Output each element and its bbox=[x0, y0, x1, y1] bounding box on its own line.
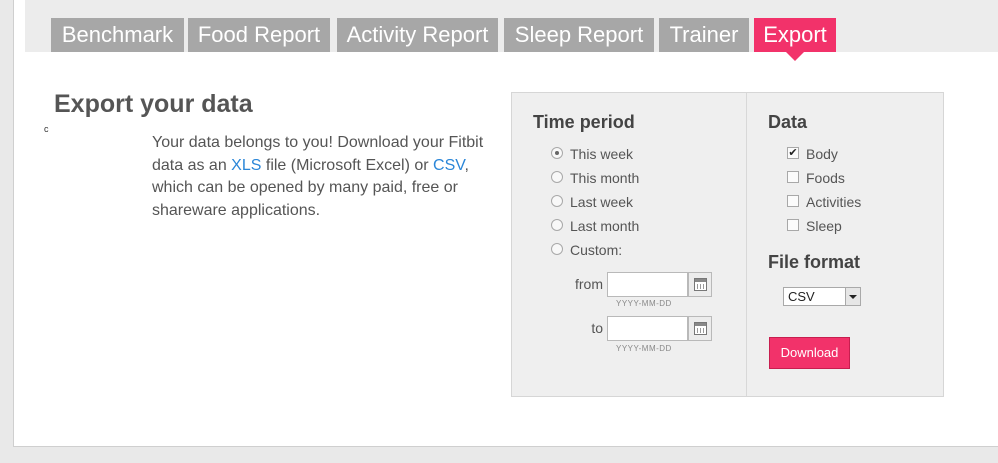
checkbox-foods[interactable] bbox=[787, 171, 799, 183]
from-label: from bbox=[575, 276, 603, 292]
to-label: to bbox=[591, 320, 603, 336]
intro-text-part: file (Microsoft Excel) or bbox=[261, 156, 434, 174]
download-button[interactable]: Download bbox=[769, 337, 850, 369]
selected-format: CSV bbox=[788, 289, 815, 304]
radio-this-week[interactable] bbox=[551, 147, 563, 159]
active-tab-caret bbox=[786, 52, 804, 61]
csv-link[interactable]: CSV bbox=[433, 157, 464, 174]
from-date-input[interactable] bbox=[607, 272, 688, 297]
data-heading: Data bbox=[768, 112, 808, 132]
radio-this-month[interactable] bbox=[551, 171, 563, 183]
option-label: Body bbox=[806, 146, 838, 162]
option-label: Foods bbox=[806, 170, 845, 186]
tab-food-report[interactable]: Food Report bbox=[188, 18, 330, 52]
chevron-down-icon bbox=[845, 288, 860, 305]
checkbox-sleep[interactable] bbox=[787, 219, 799, 231]
to-date-hint: YYYY-MM-DD bbox=[616, 344, 672, 353]
option-label: Last month bbox=[570, 218, 640, 234]
tab-benchmark[interactable]: Benchmark bbox=[51, 18, 184, 52]
tab-sleep-report[interactable]: Sleep Report bbox=[504, 18, 654, 52]
option-label: Custom: bbox=[570, 242, 623, 258]
radio-last-month[interactable] bbox=[551, 219, 563, 231]
option-label: This week bbox=[570, 146, 634, 162]
checkbox-body[interactable]: ✔ bbox=[787, 147, 799, 159]
time-period-heading: Time period bbox=[533, 112, 635, 132]
calendar-icon bbox=[694, 322, 707, 335]
radio-last-week[interactable] bbox=[551, 195, 563, 207]
tab-trainer[interactable]: Trainer bbox=[659, 18, 749, 52]
radio-custom[interactable] bbox=[551, 243, 563, 255]
column-divider bbox=[746, 93, 747, 396]
option-label: This month bbox=[570, 170, 640, 186]
calendar-icon bbox=[694, 278, 707, 291]
page-title: Export your data bbox=[54, 90, 253, 118]
xls-link[interactable]: XLS bbox=[231, 157, 261, 174]
from-date-hint: YYYY-MM-DD bbox=[616, 299, 672, 308]
tab-activity-report[interactable]: Activity Report bbox=[337, 18, 498, 52]
option-label: Sleep bbox=[806, 218, 842, 234]
stray-character: c bbox=[44, 124, 49, 134]
option-label: Last week bbox=[570, 194, 634, 210]
to-date-input[interactable] bbox=[607, 316, 688, 341]
tab-export[interactable]: Export bbox=[754, 18, 836, 52]
to-calendar-button[interactable] bbox=[688, 316, 712, 341]
from-calendar-button[interactable] bbox=[688, 272, 712, 297]
file-format-select[interactable]: CSV bbox=[783, 287, 861, 306]
file-format-heading: File format bbox=[768, 252, 861, 272]
intro-text: Your data belongs to you! Download your … bbox=[152, 132, 497, 222]
option-label: Activities bbox=[806, 194, 862, 210]
checkbox-activities[interactable] bbox=[787, 195, 799, 207]
